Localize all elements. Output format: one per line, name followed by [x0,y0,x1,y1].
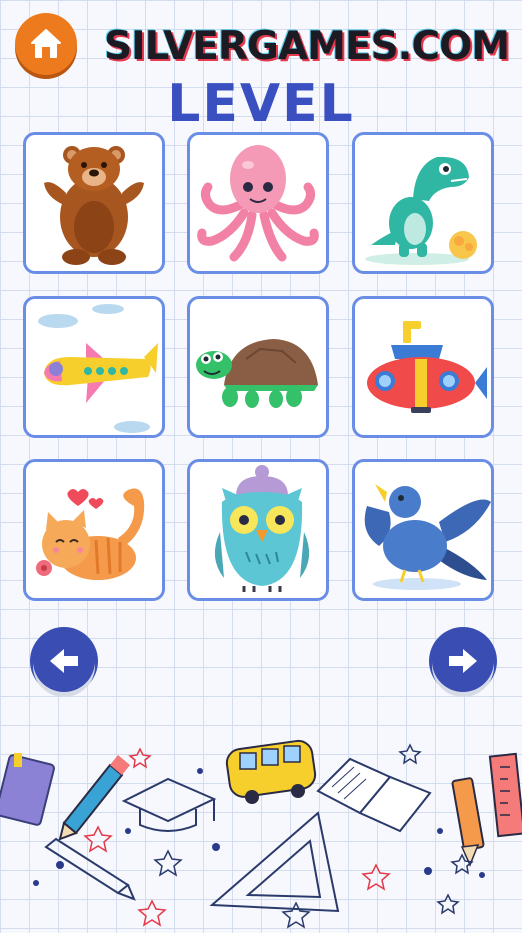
home-icon [31,29,61,58]
ruler-icon [488,752,522,838]
level-tile-dinosaur[interactable] [352,132,494,274]
set-square-icon [209,811,340,913]
octopus-icon [197,145,319,262]
level-tile-submarine[interactable] [352,296,494,438]
level-tile-airplane[interactable] [23,296,165,438]
bear-icon [44,146,144,265]
arrow-left-icon [50,649,78,673]
level-tile-owl[interactable] [187,459,329,601]
owl-icon [214,465,310,592]
home-button[interactable] [15,13,77,75]
pencil-icon [58,755,130,841]
previous-page-button[interactable] [33,630,95,692]
arrow-right-icon [449,649,477,673]
page-title: LEVEL [167,74,355,134]
level-tile-bird[interactable] [352,459,494,601]
bird-icon [364,484,491,590]
open-book-icon [316,757,432,833]
level-tile-octopus[interactable] [187,132,329,274]
graduation-cap-icon [121,777,217,832]
notebook-icon [0,753,55,826]
cat-icon [36,488,145,580]
turtle-icon [196,339,318,408]
level-tile-turtle[interactable] [187,296,329,438]
next-page-button[interactable] [432,630,494,692]
level-tile-bear[interactable] [23,132,165,274]
submarine-icon [367,321,487,413]
brand-logo[interactable]: SILVERGAMES.COM [104,20,510,74]
dinosaur-icon [365,156,477,265]
airplane-icon [38,304,158,433]
school-supplies-decoration [0,739,522,929]
pencil-icon [451,777,485,867]
school-bus-icon [225,739,317,804]
level-tile-cat[interactable] [23,459,165,601]
